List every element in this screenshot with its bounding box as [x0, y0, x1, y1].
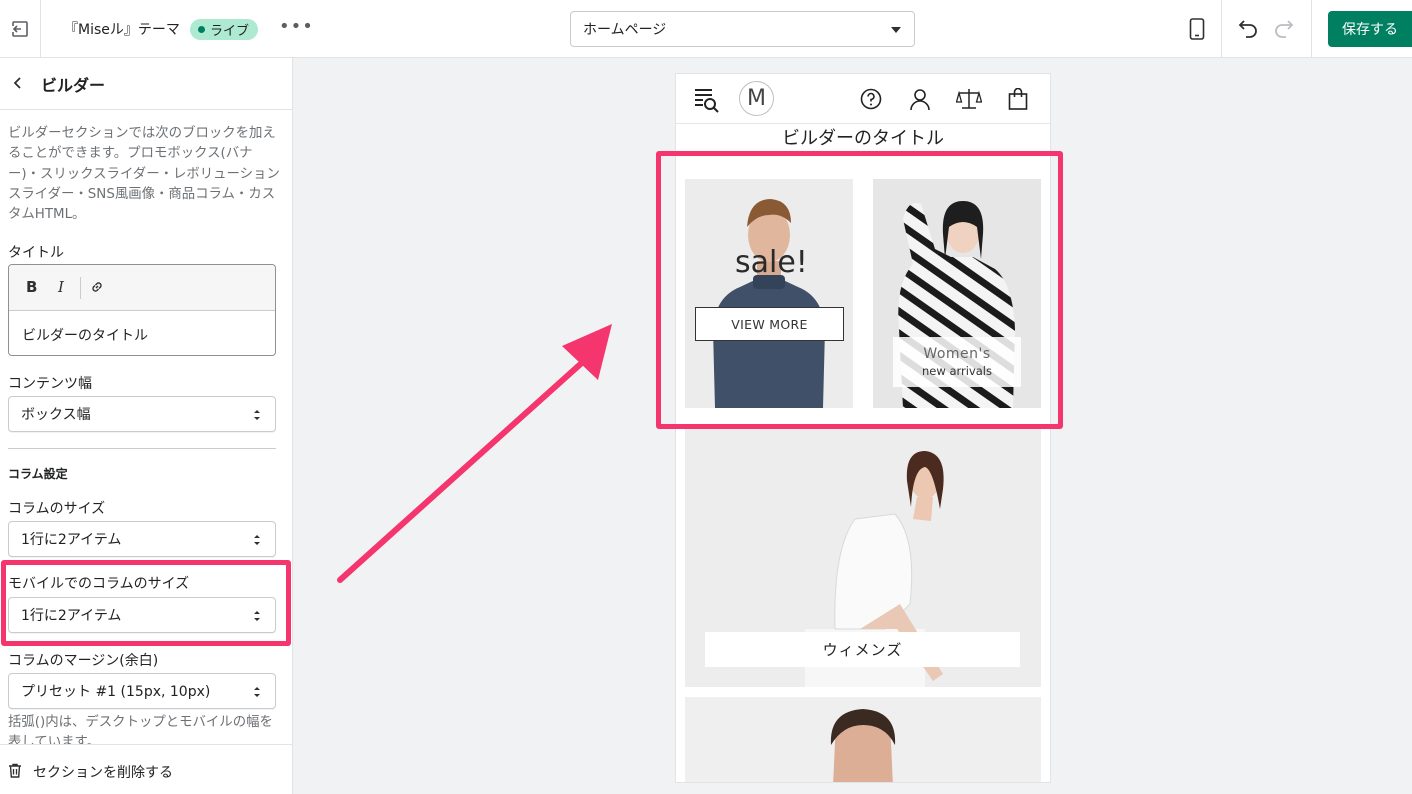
redo-button[interactable]	[1272, 16, 1296, 44]
model-man-image	[685, 179, 853, 408]
page-selector-value: ホームページ	[583, 22, 667, 38]
select-arrows-icon	[254, 410, 260, 420]
content-width-value: ボックス幅	[21, 407, 91, 423]
promo-tile-womens[interactable]: ウィメンズ	[685, 429, 1041, 687]
builder-section-title: ビルダーのタイトル	[782, 128, 944, 149]
bold-button[interactable]: B	[26, 278, 37, 296]
page-selector[interactable]: ホームページ	[570, 11, 915, 47]
live-dot-icon	[198, 26, 205, 33]
annotation-arrow-icon	[337, 324, 612, 583]
title-input[interactable]: ビルダーのタイトル	[22, 325, 148, 345]
more-actions-button[interactable]: •••	[279, 16, 314, 37]
model-man-portrait-image	[685, 697, 1041, 782]
mobile-device-icon	[1189, 17, 1205, 40]
storefront-preview: M ビルダーのタイトル sale! VIEW MORE Women's new …	[675, 73, 1051, 783]
view-more-button[interactable]: VIEW MORE	[695, 307, 844, 341]
content-width-select[interactable]: ボックス幅	[8, 396, 276, 432]
sidebar-header: ビルダー	[0, 58, 292, 110]
editor-topbar: 『Miseル』テーマ ライブ ••• ホームページ 保存する	[0, 0, 1412, 58]
content-width-label: コンテンツ幅	[8, 376, 92, 392]
exit-button[interactable]	[0, 0, 41, 57]
help-icon[interactable]	[860, 88, 882, 110]
column-settings-heading: コラム設定	[8, 467, 68, 481]
column-margin-value: プリセット #1 (15px, 10px)	[21, 684, 211, 700]
more-icon: •••	[279, 16, 314, 37]
link-icon	[92, 282, 102, 292]
exit-icon	[12, 20, 28, 37]
title-field-label: タイトル	[8, 245, 64, 261]
save-button[interactable]: 保存する	[1328, 11, 1412, 47]
column-size-select[interactable]: 1行に2アイテム	[8, 521, 276, 557]
undo-icon	[1238, 20, 1257, 38]
sidebar-title: ビルダー	[41, 76, 106, 95]
cart-bag-icon[interactable]	[1008, 88, 1028, 110]
undo-button[interactable]	[1236, 16, 1260, 44]
rte-divider	[80, 277, 81, 299]
live-status-badge: ライブ	[190, 19, 259, 40]
account-icon[interactable]	[909, 88, 931, 110]
promo-tile-women[interactable]: Women's new arrivals	[873, 179, 1041, 408]
menu-search-icon[interactable]	[694, 87, 720, 113]
column-margin-label: コラムのマージン(余白)	[8, 653, 159, 669]
section-divider	[8, 448, 276, 449]
store-logo[interactable]: M	[739, 81, 774, 116]
rte-toolbar: B I	[9, 265, 275, 311]
column-margin-select[interactable]: プリセット #1 (15px, 10px)	[8, 673, 276, 709]
women-caption-subtitle: new arrivals	[922, 364, 992, 378]
chevron-down-icon	[891, 27, 901, 33]
trash-icon	[9, 763, 21, 778]
column-size-label: コラムのサイズ	[8, 501, 106, 517]
mobile-column-size-value: 1行に2アイテム	[21, 608, 122, 624]
section-description: ビルダーセクションでは次のブロックを加えることができます。プロモボックス(バナー…	[8, 126, 280, 223]
title-rich-text-editor: B I ビルダーのタイトル	[8, 264, 276, 356]
store-header: M	[676, 74, 1050, 124]
italic-button[interactable]: I	[58, 278, 64, 296]
mobile-column-size-select[interactable]: 1行に2アイテム	[8, 597, 276, 633]
sale-overlay-text: sale!	[735, 245, 808, 280]
mobile-column-size-label: モバイルでのコラムのサイズ	[8, 576, 190, 592]
women-caption-title: Women's	[923, 346, 991, 362]
settings-sidebar: ビルダー ビルダーセクションでは次のブロックを加えることができます。プロモボック…	[0, 58, 293, 794]
device-toggle-button[interactable]	[1173, 0, 1222, 57]
live-badge-label: ライブ	[210, 24, 250, 39]
delete-section-label: セクションを削除する	[33, 765, 173, 781]
compare-icon[interactable]	[956, 88, 982, 110]
column-size-value: 1行に2アイテム	[21, 532, 122, 548]
topbar-divider	[1311, 0, 1312, 57]
women-caption-box: Women's new arrivals	[893, 337, 1021, 387]
promo-tile-sale[interactable]: sale! VIEW MORE	[685, 179, 853, 408]
link-button[interactable]	[89, 279, 105, 299]
select-arrows-icon	[254, 535, 260, 545]
delete-section-button[interactable]: セクションを削除する	[0, 744, 292, 794]
back-icon	[13, 77, 21, 89]
redo-icon	[1275, 20, 1294, 38]
theme-name: 『Miseル』テーマ	[64, 22, 180, 38]
select-arrows-icon	[254, 687, 260, 697]
promo-tile-men[interactable]	[685, 697, 1041, 782]
back-button[interactable]	[10, 75, 26, 95]
select-arrows-icon	[254, 611, 260, 621]
womens-category-label: ウィメンズ	[705, 632, 1020, 667]
